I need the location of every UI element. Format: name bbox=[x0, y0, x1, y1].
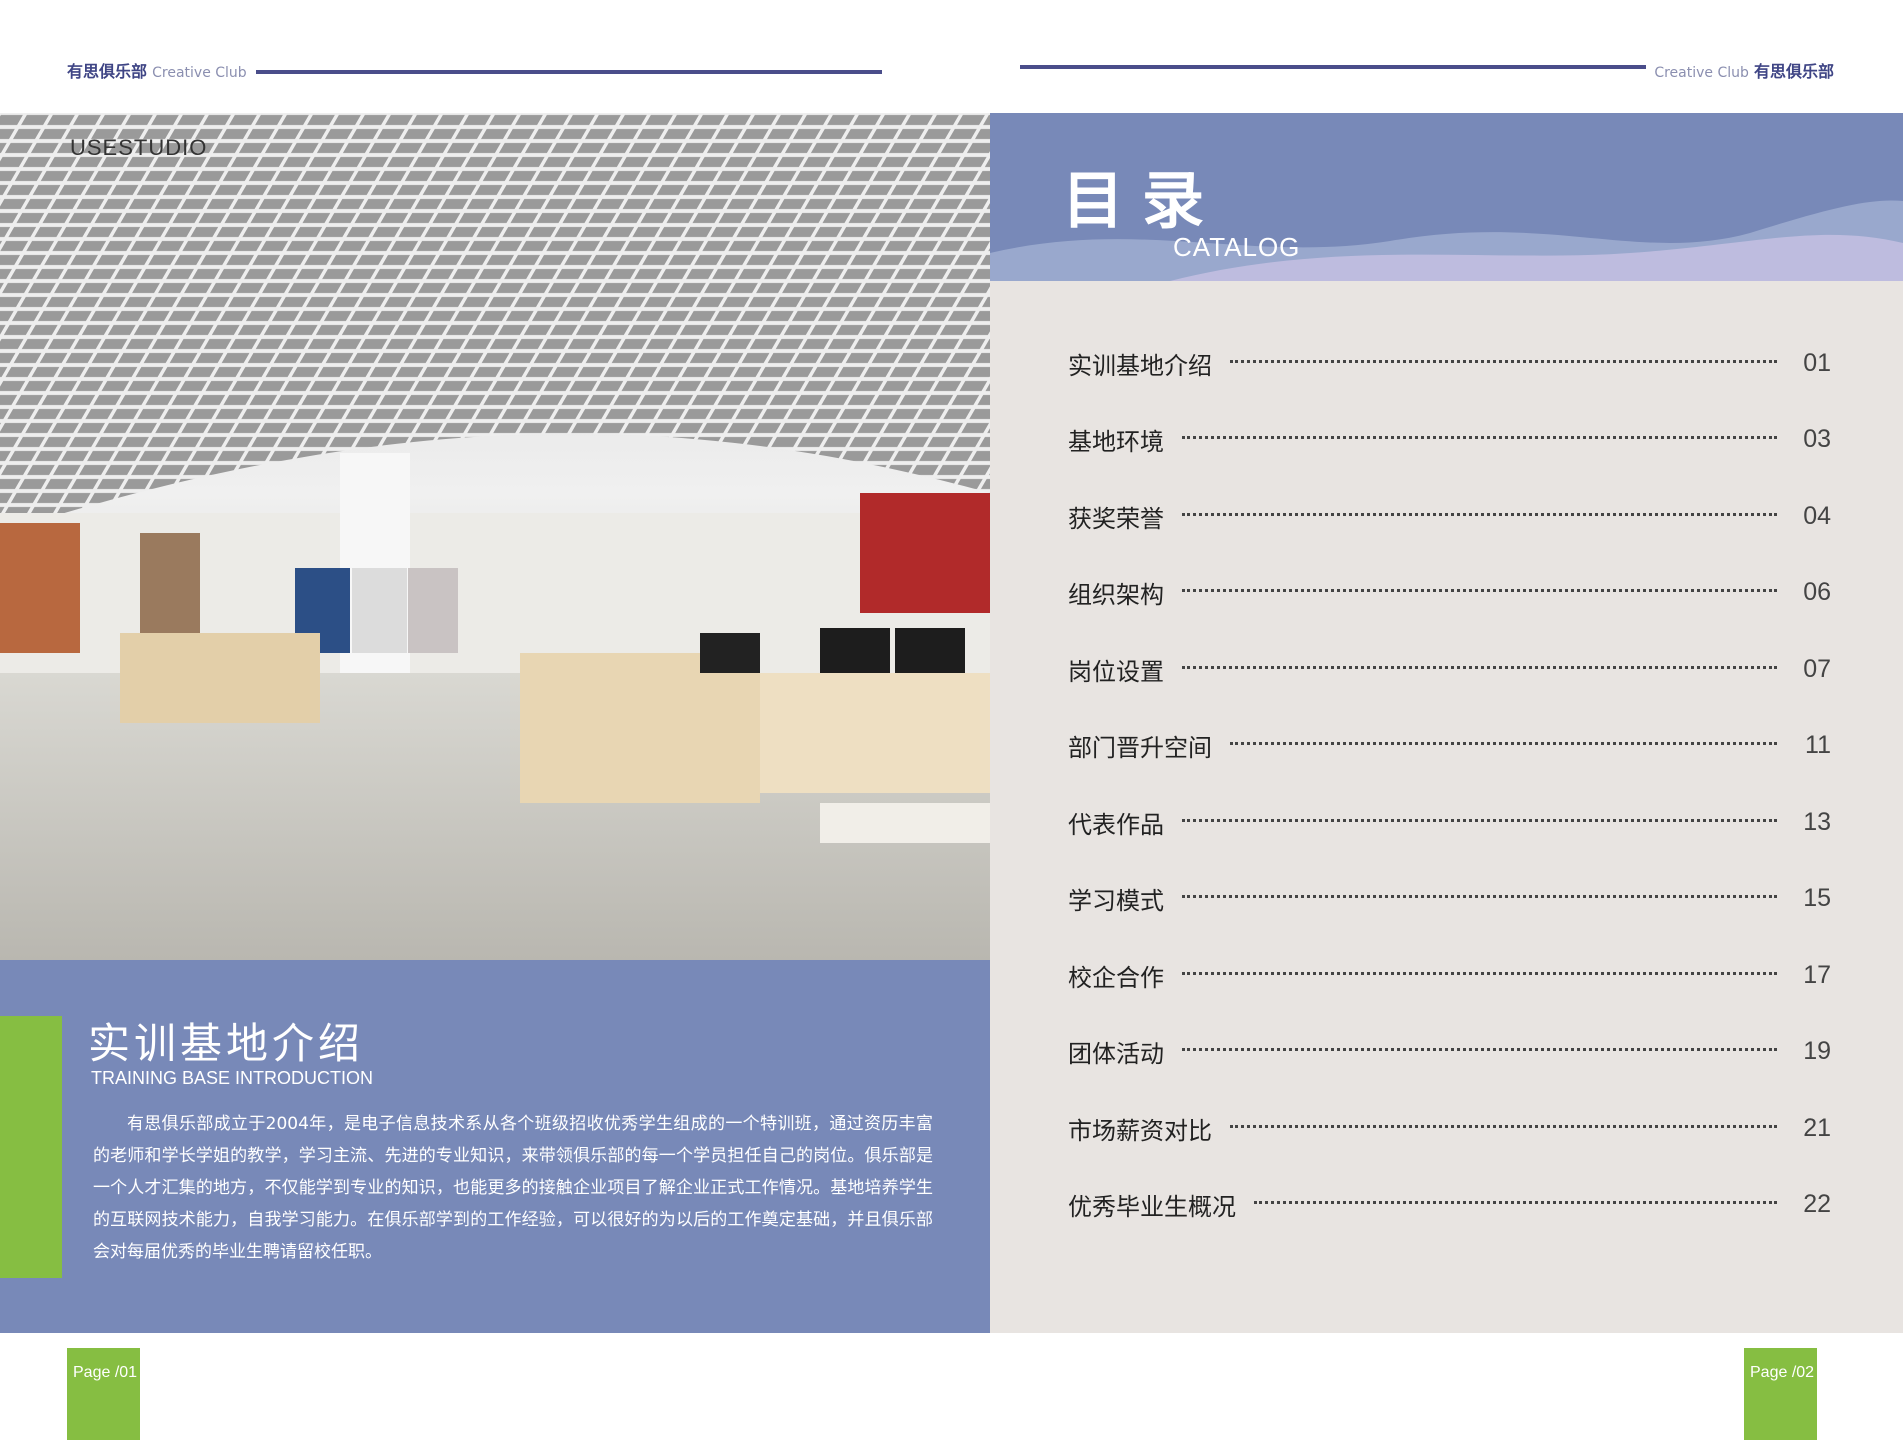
photo-watermark: USESTUDIO bbox=[70, 135, 208, 160]
bulletin-board bbox=[860, 493, 990, 613]
toc-leader bbox=[1182, 1048, 1777, 1052]
toc-item-label: 优秀毕业生概况 bbox=[1068, 1193, 1236, 1222]
desk-row-2 bbox=[520, 653, 760, 803]
header-left-brand-en: Creative Club bbox=[152, 65, 247, 81]
foreground-desk bbox=[820, 803, 990, 843]
toc-item-label: 实训基地介绍 bbox=[1068, 351, 1212, 380]
intro-accent-bar bbox=[0, 1016, 62, 1278]
toc-item-page: 11 bbox=[1805, 731, 1831, 760]
toc-leader bbox=[1254, 1201, 1777, 1205]
toc-item-label: 市场薪资对比 bbox=[1068, 1116, 1212, 1145]
catalog-title: 目录 bbox=[1062, 164, 1223, 237]
monitor-3 bbox=[700, 633, 760, 673]
toc-item[interactable]: 团体活动 19 bbox=[1068, 1014, 1831, 1091]
toc-item-label: 学习模式 bbox=[1068, 887, 1164, 916]
toc-item-label: 部门晋升空间 bbox=[1068, 734, 1212, 763]
office-photo: USESTUDIO bbox=[0, 113, 990, 960]
header-left-brand: 有思俱乐部 bbox=[67, 62, 148, 81]
poster-3 bbox=[408, 568, 458, 653]
toc-item-label: 校企合作 bbox=[1068, 963, 1164, 992]
window bbox=[140, 533, 200, 633]
intro-subtitle: TRAINING BASE INTRODUCTION bbox=[91, 1068, 374, 1088]
toc-item[interactable]: 代表作品 13 bbox=[1068, 784, 1831, 861]
toc-item-page: 19 bbox=[1803, 1037, 1831, 1066]
toc-leader bbox=[1182, 589, 1777, 593]
header-right-brand: 有思俱乐部 bbox=[1753, 62, 1834, 81]
page-number-tag-left: Page /01 bbox=[67, 1348, 140, 1440]
toc-item-page: 13 bbox=[1803, 807, 1831, 836]
poster-2 bbox=[352, 568, 407, 653]
toc-item[interactable]: 市场薪资对比 21 bbox=[1068, 1090, 1831, 1167]
toc-leader bbox=[1230, 742, 1777, 746]
header-left-rule bbox=[256, 70, 882, 74]
toc-leader bbox=[1182, 512, 1777, 516]
monitor-2 bbox=[895, 628, 965, 673]
page-number-tag-right: Page /02 bbox=[1744, 1348, 1817, 1440]
toc-leader bbox=[1182, 818, 1777, 822]
toc-item-page: 07 bbox=[1803, 654, 1831, 683]
toc-item[interactable]: 基地环境 03 bbox=[1068, 402, 1831, 479]
toc-item-page: 06 bbox=[1803, 578, 1831, 607]
header-right-brand-en: Creative Club bbox=[1654, 65, 1749, 81]
toc-item-page: 01 bbox=[1803, 348, 1831, 377]
header-right-rule bbox=[1020, 65, 1646, 69]
table-of-contents: 实训基地介绍 01 基地环境 03 获奖荣誉 04 组织架构 06 岗位设置 07 部门晋… bbox=[1068, 325, 1831, 1243]
toc-item-page: 17 bbox=[1803, 960, 1831, 989]
desk-row-3 bbox=[760, 673, 990, 793]
toc-leader bbox=[1182, 665, 1777, 669]
toc-leader bbox=[1230, 1124, 1777, 1128]
toc-item[interactable]: 组织架构 06 bbox=[1068, 555, 1831, 632]
header-right: Creative Club 有思俱乐部 bbox=[1654, 58, 1834, 82]
intro-title: 实训基地介绍 bbox=[88, 1019, 365, 1068]
toc-leader bbox=[1182, 436, 1777, 440]
toc-item[interactable]: 岗位设置 07 bbox=[1068, 631, 1831, 708]
toc-item[interactable]: 校企合作 17 bbox=[1068, 937, 1831, 1014]
desk-row-1 bbox=[120, 633, 320, 723]
toc-leader bbox=[1230, 359, 1777, 363]
toc-item-label: 组织架构 bbox=[1068, 581, 1164, 610]
wall-cabinet bbox=[0, 523, 80, 653]
toc-item[interactable]: 获奖荣誉 04 bbox=[1068, 478, 1831, 555]
toc-item-page: 03 bbox=[1803, 425, 1831, 454]
toc-item-page: 15 bbox=[1803, 884, 1831, 913]
catalog-subtitle: CATALOG bbox=[1173, 232, 1301, 262]
toc-item-label: 团体活动 bbox=[1068, 1040, 1164, 1069]
toc-item-label: 岗位设置 bbox=[1068, 657, 1164, 686]
toc-item[interactable]: 部门晋升空间 11 bbox=[1068, 708, 1831, 785]
toc-item-label: 基地环境 bbox=[1068, 428, 1164, 457]
toc-item[interactable]: 实训基地介绍 01 bbox=[1068, 325, 1831, 402]
ceiling-grid bbox=[0, 113, 990, 533]
toc-item[interactable]: 优秀毕业生概况 22 bbox=[1068, 1167, 1831, 1244]
toc-item-label: 获奖荣誉 bbox=[1068, 504, 1164, 533]
page-number-right: Page /02 bbox=[1750, 1364, 1815, 1381]
toc-leader bbox=[1182, 971, 1777, 975]
toc-item-page: 04 bbox=[1803, 501, 1831, 530]
monitor-1 bbox=[820, 628, 890, 673]
toc-leader bbox=[1182, 895, 1777, 899]
intro-body: 有思俱乐部成立于2004年，是电子信息技术系从各个班级招收优秀学生组成的一个特训… bbox=[93, 1114, 933, 1262]
office-illustration bbox=[0, 113, 990, 960]
toc-item-page: 21 bbox=[1803, 1113, 1831, 1142]
toc-item[interactable]: 学习模式 15 bbox=[1068, 861, 1831, 938]
toc-item-label: 代表作品 bbox=[1068, 810, 1164, 839]
toc-item-page: 22 bbox=[1803, 1190, 1831, 1219]
page-number-left: Page /01 bbox=[73, 1364, 138, 1381]
header-left: 有思俱乐部 Creative Club bbox=[67, 58, 247, 82]
